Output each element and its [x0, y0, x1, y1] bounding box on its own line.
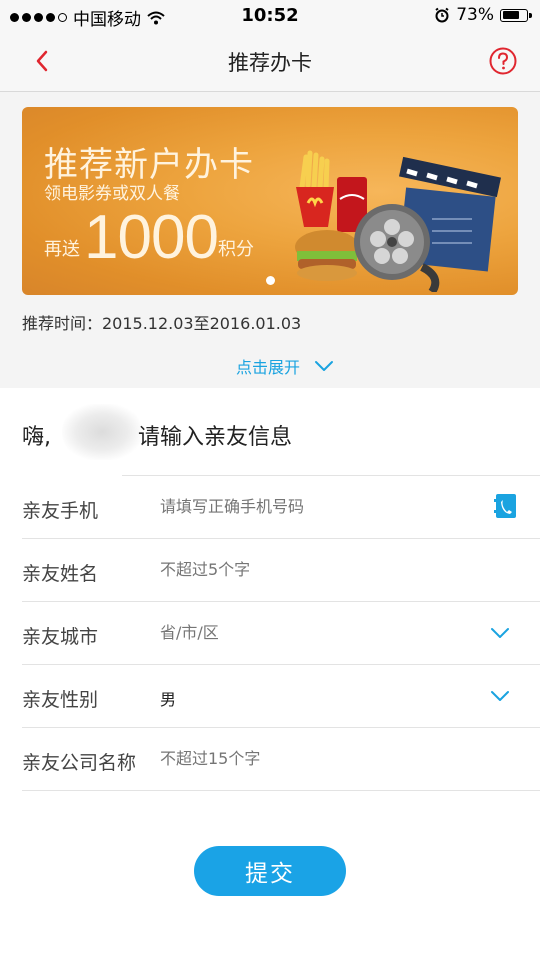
banner-suffix: 积分	[218, 239, 254, 260]
chevron-down-icon[interactable]	[490, 690, 510, 702]
chevron-down-icon	[315, 361, 334, 371]
nav-bar: 推荐办卡	[0, 30, 540, 92]
fries-icon	[296, 150, 334, 227]
name-row: 亲友姓名	[22, 539, 540, 602]
question-circle-icon[interactable]	[488, 46, 518, 76]
name-label: 亲友姓名	[22, 563, 99, 585]
burger-film-illustration	[295, 150, 501, 292]
avatar	[62, 404, 142, 460]
company-label: 亲友公司名称	[22, 752, 137, 774]
promo-time: 推荐时间：2015.12.03至2016.01.03	[22, 314, 302, 333]
status-bar: 中国移动 10:52 73%	[0, 0, 540, 30]
alarm-icon	[435, 7, 449, 23]
gender-value[interactable]: 男	[160, 686, 480, 710]
phone-label: 亲友手机	[22, 500, 99, 522]
submit-button[interactable]: 提交	[194, 846, 346, 896]
greeting-hi: 嗨,	[22, 425, 51, 450]
company-input[interactable]	[160, 749, 480, 768]
city-label: 亲友城市	[22, 626, 99, 648]
carousel-indicator[interactable]	[266, 276, 275, 285]
page-title: 推荐办卡	[228, 51, 312, 75]
promo-banner[interactable]: 推荐新户办卡 领电影券或双人餐 再送 1000 积分	[22, 107, 518, 295]
banner-points: 1000	[84, 203, 219, 272]
banner-subtitle: 领电影券或双人餐	[44, 184, 180, 204]
greeting-prompt: 请输入亲友信息	[138, 425, 293, 450]
battery-icon	[500, 8, 532, 22]
company-row: 亲友公司名称	[22, 728, 540, 791]
banner-prefix: 再送	[44, 239, 80, 260]
gender-row[interactable]: 亲友性别 男	[22, 665, 540, 728]
chevron-down-icon[interactable]	[490, 627, 510, 639]
contacts-phone-icon[interactable]	[494, 493, 518, 519]
expand-toggle[interactable]: 点击展开	[236, 354, 334, 378]
city-row[interactable]: 亲友城市	[22, 602, 540, 665]
phone-row: 亲友手机	[22, 476, 540, 539]
expand-label: 点击展开	[236, 358, 301, 377]
burger-icon	[295, 230, 359, 281]
phone-input[interactable]	[160, 497, 480, 516]
gender-label: 亲友性别	[22, 689, 99, 711]
status-right: 73%	[434, 5, 532, 25]
greeting: 嗨, 请输入亲友信息	[22, 392, 522, 474]
promo-section: 推荐新户办卡 领电影券或双人餐 再送 1000 积分 推荐时间：2015.12.…	[0, 92, 540, 388]
name-input[interactable]	[160, 560, 480, 579]
battery-percent: 73%	[456, 5, 494, 25]
city-select[interactable]	[160, 623, 480, 642]
